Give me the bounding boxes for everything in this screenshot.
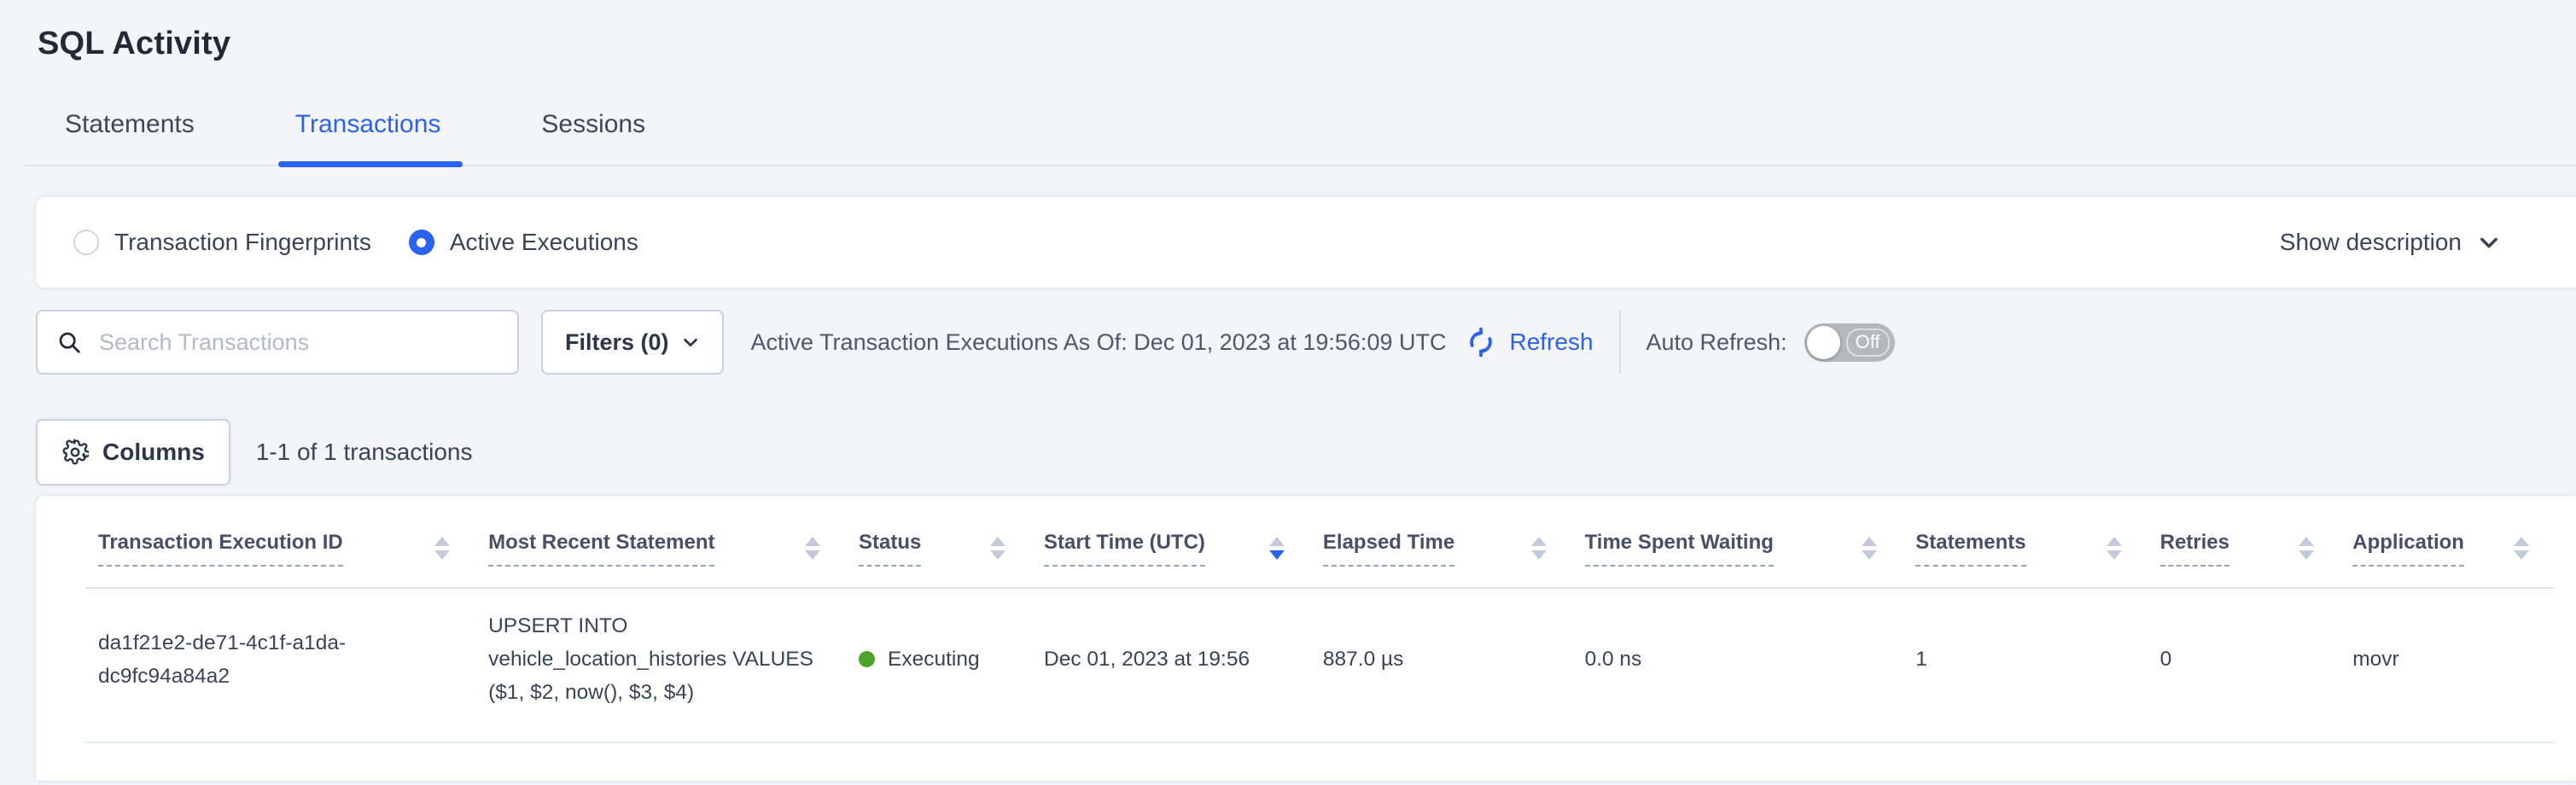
chevron-down-icon [2477,230,2501,254]
columns-button-label: Columns [102,439,205,466]
sort-arrows-icon[interactable] [1252,537,1285,560]
filters-label: Filters (0) [565,329,669,356]
vertical-divider [1619,311,1621,374]
cell-start-time: Dec 01, 2023 at 19:56 [1031,588,1310,742]
sort-arrows-icon[interactable] [2282,537,2314,560]
show-description-toggle[interactable]: Show description [2280,229,2501,256]
column-header-statements[interactable]: Statements [1903,496,2147,588]
sort-arrows-icon[interactable] [1845,537,1877,560]
show-description-label: Show description [2280,229,2462,256]
column-header-elapsed-time[interactable]: Elapsed Time [1310,496,1572,588]
page-title: SQL Activity [0,0,2576,62]
gear-icon [61,439,89,466]
auto-refresh-label: Auto Refresh: [1646,329,1787,356]
radio-label: Active Executions [450,229,638,256]
radio-label: Transaction Fingerprints [114,229,371,256]
auto-refresh-toggle[interactable]: Off [1804,323,1895,362]
tab-sessions[interactable]: Sessions [541,110,645,165]
toggle-state-label: Off [1846,329,1890,357]
results-count: 1-1 of 1 transactions [256,439,473,466]
refresh-button[interactable]: Refresh [1465,326,1593,358]
cell-application: movr [2340,588,2555,742]
chevron-down-icon [681,333,700,352]
toggle-knob[interactable] [1807,326,1840,359]
search-input[interactable] [97,329,498,357]
transactions-table-card: Transaction Execution ID Most Recent Sta… [36,496,2576,781]
cell-time-spent-waiting: 0.0 ns [1572,588,1903,742]
cell-retries: 0 [2148,588,2340,742]
sort-arrows-icon[interactable] [1514,537,1547,560]
cell-statements: 1 [1903,588,2147,742]
executing-status-dot-icon [859,651,875,667]
table-row[interactable]: da1f21e2-de71-4c1f-a1da-dc9fc94a84a2 UPS… [85,588,2555,742]
refresh-label: Refresh [1509,329,1593,356]
cell-elapsed-time: 887.0 µs [1310,588,1572,742]
column-header-most-recent-statement[interactable]: Most Recent Statement [475,496,846,588]
transactions-table: Transaction Execution ID Most Recent Sta… [85,496,2555,743]
search-box[interactable] [36,310,519,375]
tab-bar: Statements Transactions Sessions [24,110,2576,166]
results-row: Columns 1-1 of 1 transactions [36,419,2576,486]
table-header-row: Transaction Execution ID Most Recent Sta… [85,496,2555,588]
radio-selected-icon[interactable] [409,230,434,255]
cell-transaction-execution-id[interactable]: da1f21e2-de71-4c1f-a1da-dc9fc94a84a2 [85,588,475,742]
column-header-start-time[interactable]: Start Time (UTC) [1031,496,1310,588]
sort-arrows-icon[interactable] [973,537,1005,560]
radio-unselected-icon[interactable] [73,230,99,255]
columns-button[interactable]: Columns [36,419,230,486]
controls-row: Filters (0) Active Transaction Execution… [36,310,2576,375]
view-selector-card: Transaction Fingerprints Active Executio… [36,197,2576,288]
sort-arrows-icon[interactable] [788,537,820,560]
radio-active-executions[interactable]: Active Executions [409,229,638,256]
radio-transaction-fingerprints[interactable]: Transaction Fingerprints [73,229,371,256]
sort-arrows-icon[interactable] [417,537,450,560]
as-of-timestamp: Active Transaction Executions As Of: Dec… [751,329,1447,356]
cell-most-recent-statement[interactable]: UPSERT INTO vehicle_location_histories V… [475,588,846,742]
tab-statements[interactable]: Statements [65,110,195,165]
cell-status: Executing [846,588,1031,742]
column-header-time-spent-waiting[interactable]: Time Spent Waiting [1572,496,1903,588]
sort-arrows-icon[interactable] [2089,537,2122,560]
column-header-retries[interactable]: Retries [2148,496,2340,588]
search-icon [56,329,82,355]
filters-button[interactable]: Filters (0) [541,310,724,375]
sort-arrows-icon[interactable] [2497,537,2529,560]
refresh-icon [1465,326,1497,358]
status-label: Executing [888,643,980,676]
column-header-status[interactable]: Status [846,496,1031,588]
tab-transactions[interactable]: Transactions [295,110,441,165]
column-header-application[interactable]: Application [2340,496,2555,588]
column-header-transaction-execution-id[interactable]: Transaction Execution ID [85,496,475,588]
